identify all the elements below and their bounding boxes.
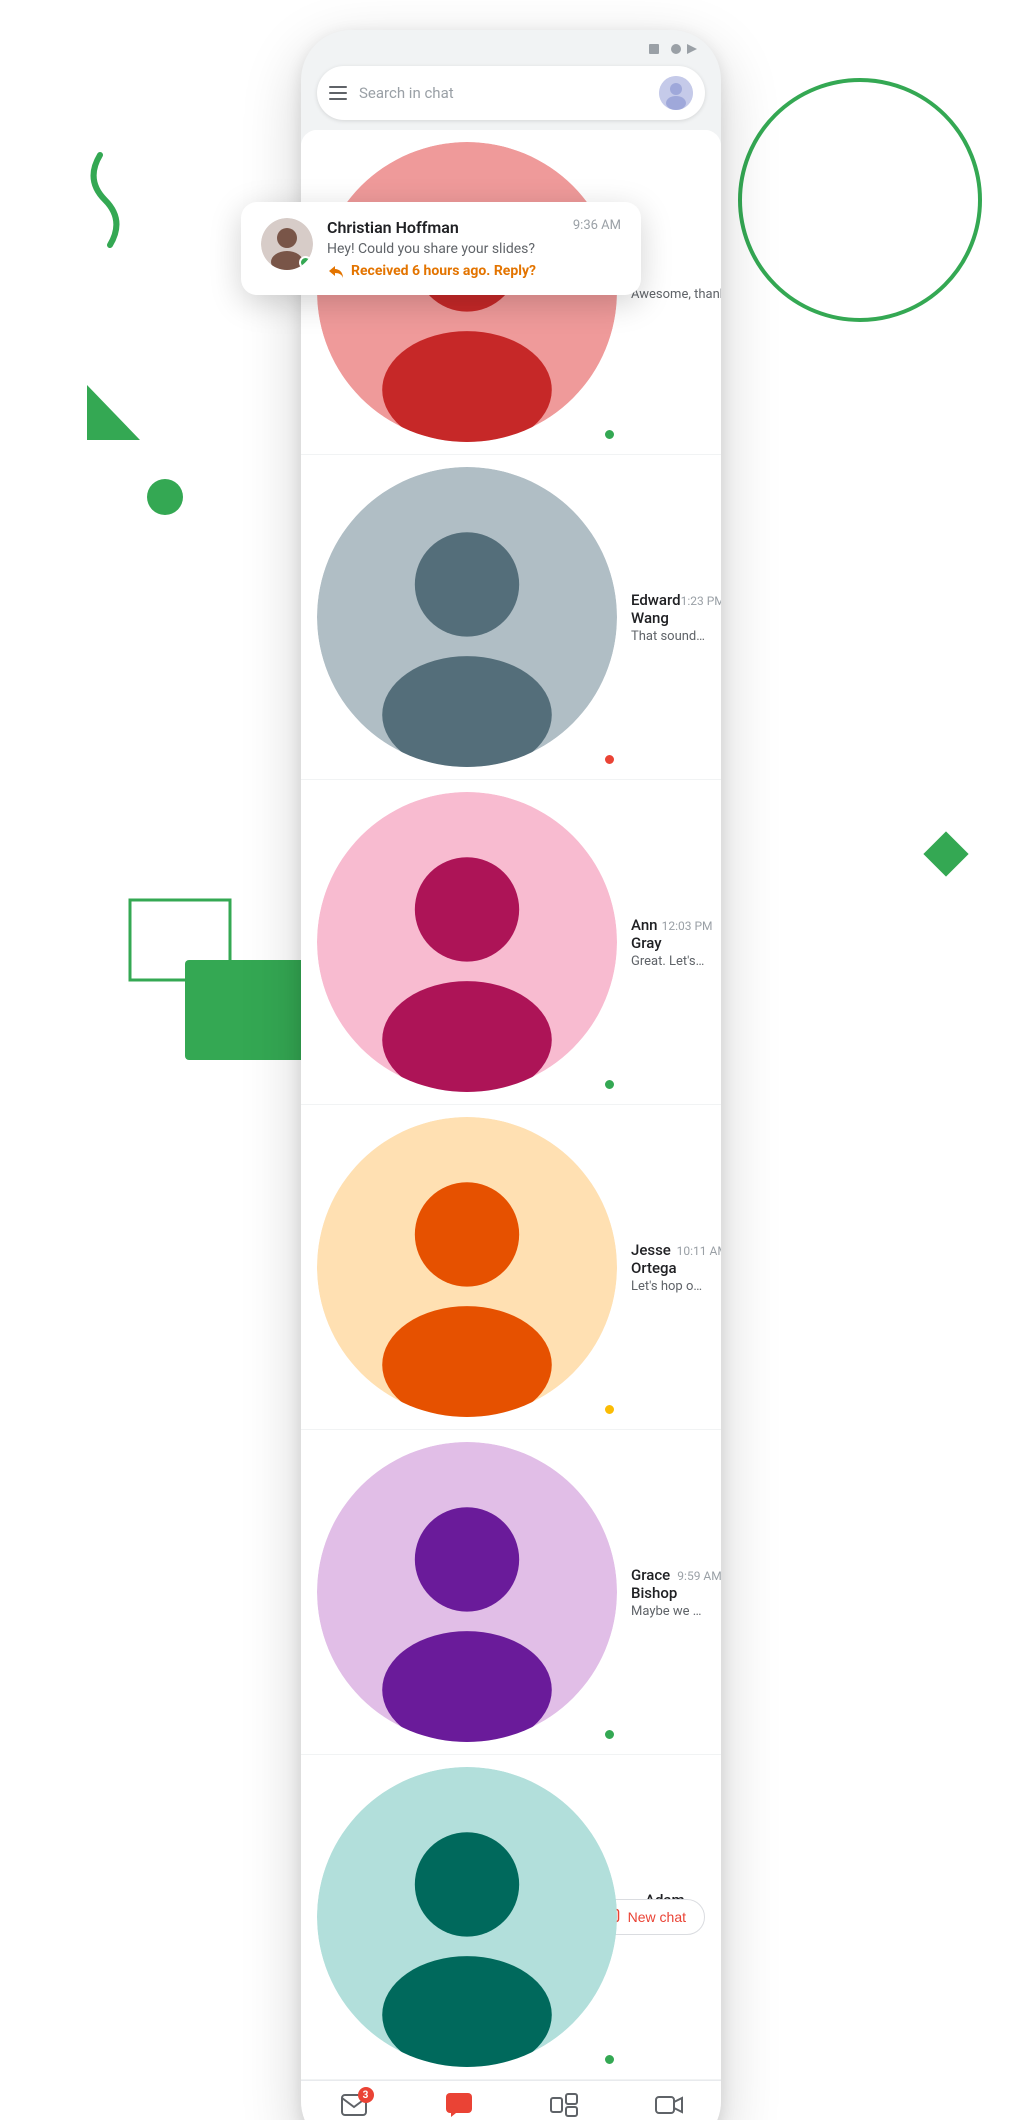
chat-name-ann: Ann Gray — [631, 916, 662, 952]
notification-body: Christian Hoffman 9:36 AM Hey! Could you… — [327, 218, 621, 279]
wifi-icon — [671, 44, 681, 54]
notification-avatar — [261, 218, 313, 270]
status-bar — [301, 30, 721, 62]
avatar-wrap-edward — [317, 467, 617, 767]
phone-body: Search in chat — [301, 30, 721, 2120]
chat-name-jesse: Jesse Ortega — [631, 1241, 677, 1277]
chat-name-edward: Edward Wang — [631, 591, 681, 627]
chat-preview-ann: Great. Let's catch up soon! — [631, 954, 705, 969]
mail-badge: 3 — [358, 2087, 374, 2103]
rooms-icon — [550, 2093, 578, 2117]
chat-content-partial: Awesome, thanks! — [631, 283, 705, 302]
chat-preview-grace: Maybe we should add Gloria to the room..… — [631, 1604, 705, 1619]
chat-content-edward: Edward Wang 1:23 PM That sounds great — [631, 591, 705, 644]
avatar-wrap-grace — [317, 1442, 617, 1742]
chat-item-edward[interactable]: Edward Wang 1:23 PM That sounds great — [301, 455, 721, 780]
notification-status-dot — [299, 256, 312, 269]
avatar-wrap-adam — [317, 1767, 617, 2067]
notification-message: Hey! Could you share your slides? — [327, 241, 621, 257]
chat-item-ann[interactable]: Ann Gray 12:03 PM Great. Let's catch up … — [301, 780, 721, 1105]
status-away-jesse — [603, 1403, 616, 1416]
bottom-nav: 3 Mail Chat — [301, 2080, 721, 2120]
chat-time-jesse: 10:11 AM — [677, 1244, 721, 1258]
chat-preview-jesse: Let's hop on a call to discuss the prese… — [631, 1279, 705, 1294]
meet-icon — [655, 2094, 683, 2116]
chat-preview-partial: Awesome, thanks! — [631, 287, 721, 302]
nav-item-mail[interactable]: 3 Mail — [319, 2091, 389, 2120]
chat-preview-edward: That sounds great — [631, 629, 705, 644]
status-online-ann — [603, 1078, 616, 1091]
chat-content-grace: Grace Bishop 9:59 AM Maybe we should add… — [631, 1566, 705, 1619]
menu-icon[interactable] — [329, 86, 347, 100]
mail-icon-wrap: 3 — [336, 2091, 372, 2119]
notification-name: Christian Hoffman — [327, 218, 459, 237]
chat-content-ann: Ann Gray 12:03 PM Great. Let's catch up … — [631, 916, 705, 969]
chat-icon — [445, 2092, 473, 2118]
notification-time: 9:36 AM — [573, 218, 621, 237]
chat-list: Awesome, thanks! Edward Wang 1:23 P — [301, 130, 721, 2080]
chat-time-ann: 12:03 PM — [662, 919, 713, 933]
status-online — [603, 428, 616, 441]
chat-item-adam[interactable]: Adam Lee Sounds great! New chat — [301, 1755, 721, 2080]
battery-icon — [687, 44, 697, 54]
user-avatar[interactable] — [659, 76, 693, 110]
chat-item-grace[interactable]: Grace Bishop 9:59 AM Maybe we should add… — [301, 1430, 721, 1755]
meet-icon-wrap — [651, 2091, 687, 2119]
status-online-adam — [603, 2053, 616, 2066]
avatar-wrap-ann — [317, 792, 617, 1092]
status-online-grace — [603, 1728, 616, 1741]
chat-content-jesse: Jesse Ortega 10:11 AM Let's hop on a cal… — [631, 1241, 705, 1294]
signal-icon — [649, 44, 659, 54]
nav-item-meet[interactable]: Meet — [634, 2091, 704, 2120]
chat-time-grace: 9:59 AM — [677, 1569, 721, 1583]
search-bar[interactable]: Search in chat — [317, 66, 705, 120]
search-placeholder: Search in chat — [359, 84, 659, 102]
nav-item-chat[interactable]: Chat — [424, 2091, 494, 2120]
rooms-icon-wrap — [546, 2091, 582, 2119]
notification-card[interactable]: Christian Hoffman 9:36 AM Hey! Could you… — [241, 202, 641, 295]
reply-icon — [327, 263, 345, 279]
chat-item-jesse[interactable]: Jesse Ortega 10:11 AM Let's hop on a cal… — [301, 1105, 721, 1430]
avatar-wrap-jesse — [317, 1117, 617, 1417]
notification-action-text: Received 6 hours ago. Reply? — [351, 263, 536, 279]
phone-mockup: Search in chat — [301, 30, 721, 2120]
new-chat-label: New chat — [628, 1909, 686, 1925]
notification-header: Christian Hoffman 9:36 AM — [327, 218, 621, 237]
status-busy-edward — [603, 753, 616, 766]
notification-action[interactable]: Received 6 hours ago. Reply? — [327, 263, 621, 279]
chat-name-grace: Grace Bishop — [631, 1566, 677, 1602]
chat-icon-wrap — [441, 2091, 477, 2119]
nav-item-rooms[interactable]: Rooms — [529, 2091, 599, 2120]
chat-time-edward: 1:23 PM — [681, 594, 721, 608]
